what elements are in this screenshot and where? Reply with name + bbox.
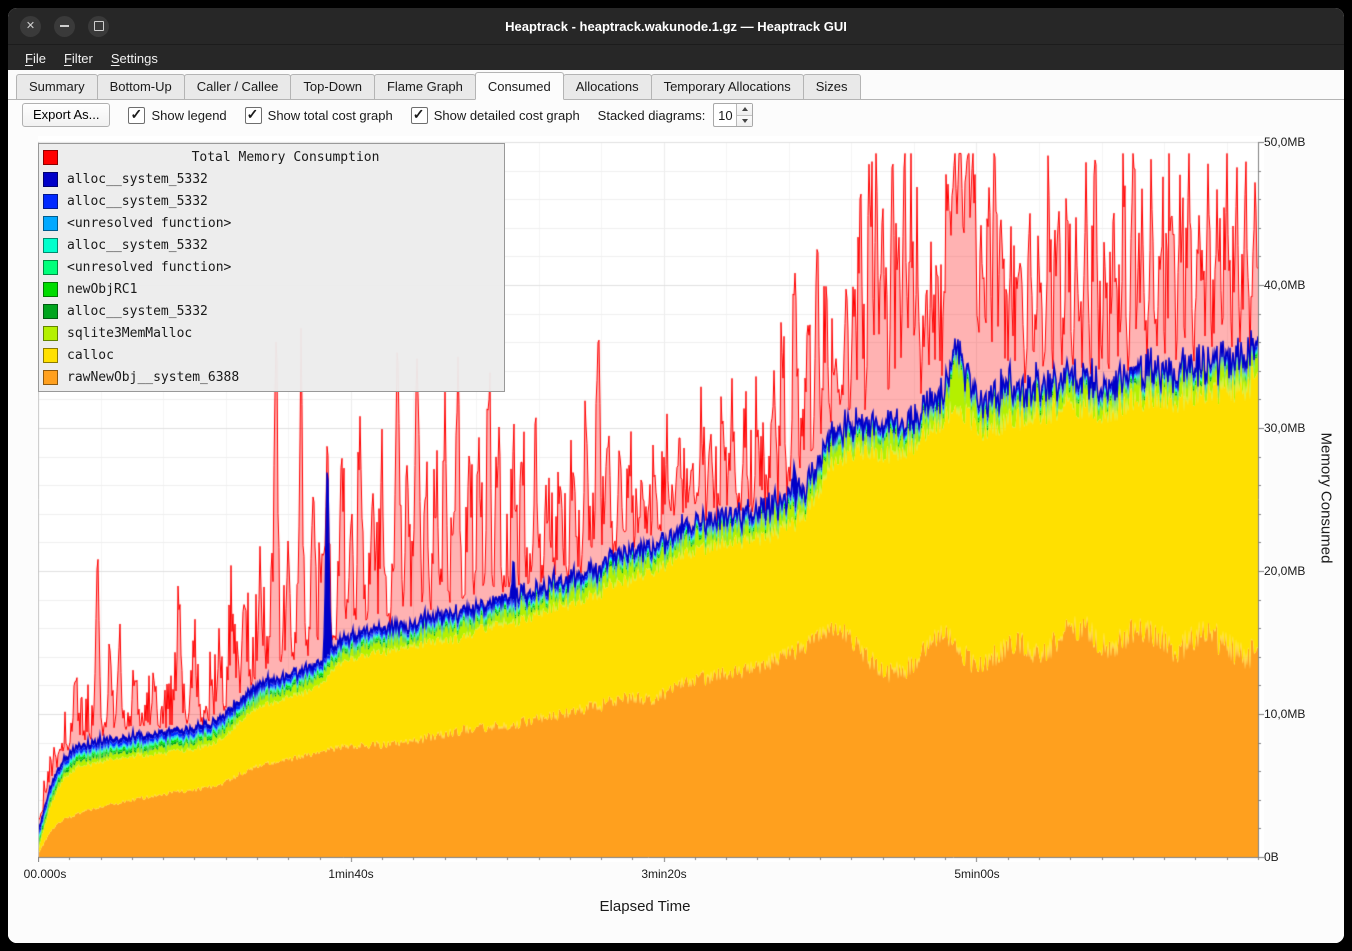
legend-swatch <box>43 326 58 341</box>
tab-bottom-up[interactable]: Bottom-Up <box>97 74 185 100</box>
legend-row: alloc__system_5332 <box>43 234 504 256</box>
y-axis-tick-label: 20,0MB <box>1264 562 1334 580</box>
legend-entry-label: calloc <box>67 348 114 363</box>
checkbox-label: Show legend <box>151 108 226 123</box>
legend-entry-label: alloc__system_5332 <box>67 194 208 209</box>
legend-swatch <box>43 370 58 385</box>
legend-entry-label: <unresolved function> <box>67 260 231 275</box>
legend-entry-label: alloc__system_5332 <box>67 304 208 319</box>
menu-filter[interactable]: Filter <box>55 47 102 70</box>
legend-swatch <box>43 150 58 165</box>
tab-temporary-allocations[interactable]: Temporary Allocations <box>651 74 804 100</box>
tab-summary[interactable]: Summary <box>16 74 98 100</box>
x-axis-title: Elapsed Time <box>445 898 845 915</box>
show-detailed-cost-checkbox[interactable]: Show detailed cost graph <box>411 107 580 124</box>
maximize-button[interactable] <box>88 16 109 37</box>
window-title: Heaptrack - heaptrack.wakunode.1.gz — He… <box>8 19 1344 34</box>
checkbox-label: Show detailed cost graph <box>434 108 580 123</box>
spinner-value[interactable]: 10 <box>714 104 736 126</box>
x-axis-tick-label: 1min40s <box>306 867 396 881</box>
tab-allocations[interactable]: Allocations <box>563 74 652 100</box>
legend-entry-label: sqlite3MemMalloc <box>67 326 192 341</box>
legend-swatch <box>43 282 58 297</box>
y-axis-tick-label: 10,0MB <box>1264 705 1334 723</box>
legend-row: alloc__system_5332 <box>43 168 504 190</box>
legend-swatch <box>43 348 58 363</box>
chevron-up-icon <box>742 107 748 111</box>
checkbox-box[interactable] <box>411 107 428 124</box>
maximize-icon <box>94 21 104 31</box>
chart-area: Total Memory Consumption alloc__system_5… <box>8 128 1344 943</box>
chart-legend: Total Memory Consumption alloc__system_5… <box>38 143 505 392</box>
checkbox-box[interactable] <box>245 107 262 124</box>
legend-entry-label: rawNewObj__system_6388 <box>67 370 239 385</box>
x-axis-tick-label: 3min20s <box>619 867 709 881</box>
menu-file[interactable]: File <box>16 47 55 70</box>
export-as-button[interactable]: Export As... <box>22 103 110 127</box>
stacked-diagrams-label: Stacked diagrams: <box>598 108 706 123</box>
title-bar: ✕ Heaptrack - heaptrack.wakunode.1.gz — … <box>8 8 1344 44</box>
legend-row: sqlite3MemMalloc <box>43 322 504 344</box>
show-total-cost-checkbox[interactable]: Show total cost graph <box>245 107 393 124</box>
legend-row: calloc <box>43 344 504 366</box>
legend-row: newObjRC1 <box>43 278 504 300</box>
legend-swatch <box>43 260 58 275</box>
menu-bar: File Filter Settings <box>8 44 1344 71</box>
app-window: ✕ Heaptrack - heaptrack.wakunode.1.gz — … <box>8 8 1344 943</box>
legend-title-row: Total Memory Consumption <box>43 146 504 168</box>
close-icon: ✕ <box>26 21 35 32</box>
tab-caller-callee[interactable]: Caller / Callee <box>184 74 292 100</box>
legend-row: rawNewObj__system_6388 <box>43 366 504 388</box>
spinner-down-button[interactable] <box>737 116 752 127</box>
tab-consumed[interactable]: Consumed <box>475 72 564 100</box>
legend-swatch <box>43 304 58 319</box>
chart-toolbar: Export As... Show legend Show total cost… <box>8 101 1344 129</box>
y-axis-tick-label: 50,0MB <box>1264 133 1334 151</box>
legend-row: alloc__system_5332 <box>43 190 504 212</box>
window-body: Summary Bottom-Up Caller / Callee Top-Do… <box>8 70 1344 943</box>
y-axis-tick-label: 0B <box>1264 848 1334 866</box>
show-legend-checkbox[interactable]: Show legend <box>128 107 226 124</box>
chevron-down-icon <box>742 119 748 123</box>
tab-flame-graph[interactable]: Flame Graph <box>374 74 476 100</box>
close-button[interactable]: ✕ <box>20 16 41 37</box>
legend-entry-label: alloc__system_5332 <box>67 238 208 253</box>
legend-title: Total Memory Consumption <box>67 150 504 165</box>
checkbox-box[interactable] <box>128 107 145 124</box>
y-axis-title: Memory Consumed <box>1318 433 1335 564</box>
legend-entry-label: alloc__system_5332 <box>67 172 208 187</box>
legend-entry-label: <unresolved function> <box>67 216 231 231</box>
legend-row: <unresolved function> <box>43 256 504 278</box>
checkbox-label: Show total cost graph <box>268 108 393 123</box>
legend-row: <unresolved function> <box>43 212 504 234</box>
legend-swatch <box>43 172 58 187</box>
stacked-diagrams-spinner[interactable]: 10 <box>713 103 753 127</box>
x-axis-tick-label: 00.000s <box>8 867 90 881</box>
spinner-up-button[interactable] <box>737 104 752 116</box>
x-axis-tick-label: 5min00s <box>932 867 1022 881</box>
legend-swatch <box>43 194 58 209</box>
tab-top-down[interactable]: Top-Down <box>290 74 375 100</box>
legend-entry-label: newObjRC1 <box>67 282 137 297</box>
tab-sizes[interactable]: Sizes <box>803 74 861 100</box>
minimize-icon <box>60 25 69 27</box>
legend-swatch <box>43 216 58 231</box>
minimize-button[interactable] <box>54 16 75 37</box>
menu-settings[interactable]: Settings <box>102 47 167 70</box>
y-axis-tick-label: 40,0MB <box>1264 276 1334 294</box>
legend-row: alloc__system_5332 <box>43 300 504 322</box>
window-controls: ✕ <box>20 16 109 37</box>
tab-bar: Summary Bottom-Up Caller / Callee Top-Do… <box>8 70 1344 100</box>
legend-swatch <box>43 238 58 253</box>
